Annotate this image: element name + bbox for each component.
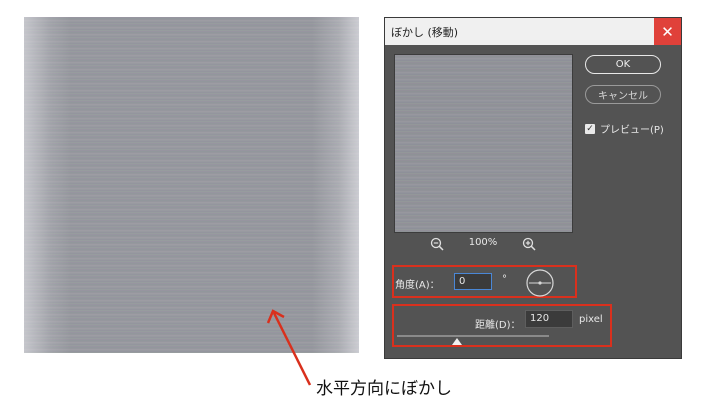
distance-input[interactable]: 120 bbox=[525, 310, 573, 328]
preview-checkbox-row[interactable]: ✓ プレビュー(P) bbox=[585, 121, 664, 136]
annotation-arrow bbox=[266, 309, 312, 386]
cancel-button[interactable]: キャンセル bbox=[585, 85, 661, 104]
angle-label: 角度(A)： bbox=[395, 280, 440, 291]
dialog-title: ぼかし (移動) bbox=[391, 26, 459, 39]
ok-button[interactable]: OK bbox=[585, 55, 661, 74]
zoom-level: 100% bbox=[468, 237, 498, 248]
distance-slider-track[interactable] bbox=[397, 335, 549, 337]
close-button[interactable]: ✕ bbox=[654, 18, 681, 45]
degree-symbol: ° bbox=[502, 274, 507, 285]
zoom-out-icon[interactable] bbox=[430, 237, 444, 251]
close-icon: ✕ bbox=[661, 22, 674, 41]
motion-blur-dialog: ぼかし (移動) ✕ 100% OK キャンセル ✓ プレビュー(P) 角度(A… bbox=[384, 17, 682, 359]
angle-dial[interactable] bbox=[525, 268, 555, 298]
distance-unit: pixel bbox=[579, 314, 603, 325]
blurred-result-image bbox=[24, 17, 359, 353]
preview-label: プレビュー(P) bbox=[600, 125, 664, 136]
angle-input[interactable]: 0 bbox=[454, 273, 492, 290]
distance-label: 距離(D)： bbox=[475, 320, 521, 331]
distance-slider-thumb[interactable] bbox=[452, 338, 462, 345]
preview-image[interactable] bbox=[394, 54, 573, 233]
preview-checkbox[interactable]: ✓ bbox=[585, 123, 595, 134]
annotation-caption: 水平方向にぼかし bbox=[316, 379, 452, 399]
zoom-in-icon[interactable] bbox=[522, 237, 536, 251]
dialog-titlebar: ぼかし (移動) ✕ bbox=[385, 18, 681, 45]
